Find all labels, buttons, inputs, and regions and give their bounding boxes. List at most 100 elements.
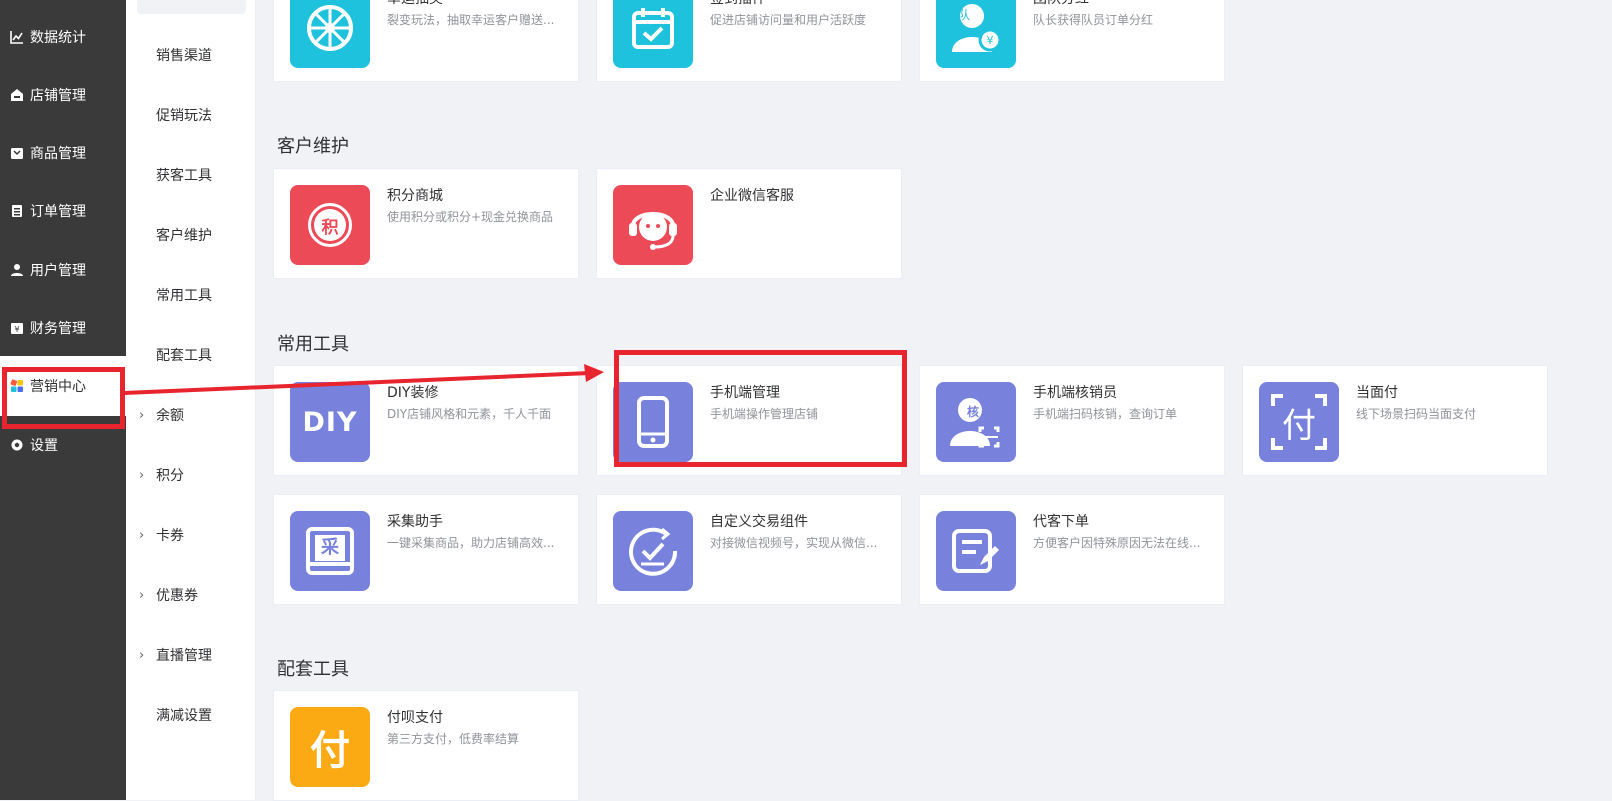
diy-icon: DIY — [290, 382, 370, 462]
subnav-item-label: 积分 — [156, 468, 184, 484]
card-title: 代客下单 — [1033, 514, 1089, 530]
proxy-order-icon — [936, 511, 1016, 591]
collect-icon: 采 — [290, 511, 370, 591]
sidebar-item-label: 数据统计 — [30, 30, 86, 46]
card-diy[interactable]: DIY DIY装修 DIY店铺风格和元素，千人千面 — [273, 365, 579, 476]
subnav-item-sales-channel[interactable]: 销售渠道 — [126, 25, 256, 85]
svg-text:¥: ¥ — [14, 325, 19, 334]
subnav-item-customer[interactable]: 客户维护 — [126, 205, 256, 265]
sidebar-item-settings[interactable]: 设置 — [0, 415, 126, 475]
subnav-item-balance[interactable]: › 余额 — [126, 385, 256, 445]
calendar-check-icon — [613, 0, 693, 68]
face-pay-badge: 付 — [1282, 405, 1316, 446]
sidebar-item-orders[interactable]: 订单管理 — [0, 181, 126, 241]
diy-badge: DIY — [302, 406, 358, 438]
team-badge: 队 — [958, 8, 971, 22]
card-proxy-order[interactable]: 代客下单 方便客户因特殊原因无法在线... — [919, 494, 1225, 605]
team-bonus-icon: ¥ 队 — [936, 0, 1016, 68]
sidebar-item-goods[interactable]: 商品管理 — [0, 123, 126, 183]
points-badge: 积 — [314, 209, 346, 241]
subnav-item-promotion[interactable]: 促销玩法 — [126, 85, 256, 145]
secondary-nav: 销售渠道 促销玩法 获客工具 客户维护 常用工具 配套工具 › 余额 › 积分 › 卡… — [126, 0, 256, 800]
sidebar-item-data-stats[interactable]: 数据统计 — [0, 7, 126, 67]
card-fubei-pay[interactable]: 付 付呗支付 第三方支付，低费率结算 — [273, 690, 579, 801]
card-title: 付呗支付 — [387, 710, 443, 726]
card-desc: 线下场景扫码当面支付 — [1356, 407, 1477, 421]
sidebar-item-label: 商品管理 — [30, 146, 86, 162]
card-title: 幸运抽奖 — [387, 0, 443, 8]
fubei-pay-icon: 付 — [290, 707, 370, 787]
subnav-item-label: 满减设置 — [156, 708, 212, 724]
card-title: 签到插件 — [710, 0, 766, 8]
card-desc: 手机端扫码核销，查询订单 — [1033, 407, 1178, 421]
sidebar-item-label: 订单管理 — [30, 204, 86, 220]
card-custom-trade[interactable]: 自定义交易组件 对接微信视频号，实现从微信... — [596, 494, 902, 605]
points-mall-icon: 积 — [290, 185, 370, 265]
verifier-icon: 核 — [936, 382, 1016, 462]
card-mobile-verifier[interactable]: 核 手机端核销员 手机端扫码核销，查询订单 — [919, 365, 1225, 476]
subnav-item-label: 销售渠道 — [156, 48, 212, 64]
subnav-item-label: 客户维护 — [156, 228, 212, 244]
marketing-icon — [9, 379, 24, 394]
card-title: 采集助手 — [387, 514, 443, 530]
subnav-item-cards[interactable]: › 卡券 — [126, 505, 256, 565]
wheel-icon — [290, 0, 370, 68]
card-points-mall[interactable]: 积 积分商城 使用积分或积分+现金兑换商品 — [273, 168, 579, 279]
gear-icon — [9, 438, 24, 453]
subnav-item-label: 直播管理 — [156, 648, 212, 664]
subnav-item-acquisition[interactable]: 获客工具 — [126, 145, 256, 205]
sidebar-item-users[interactable]: 用户管理 — [0, 240, 126, 300]
card-title: 当面付 — [1356, 385, 1398, 401]
card-desc: 手机端操作管理店铺 — [710, 407, 819, 421]
card-mobile-management[interactable]: 手机端管理 手机端操作管理店铺 — [596, 365, 902, 476]
shop-icon — [9, 88, 24, 103]
card-collect-assistant[interactable]: 采 采集助手 一键采集商品，助力店铺高效... — [273, 494, 579, 605]
subnav-item-support-tools[interactable]: 配套工具 — [126, 325, 256, 385]
card-face-pay[interactable]: 付 当面付 线下场景扫码当面支付 — [1242, 365, 1548, 476]
subnav-item-points[interactable]: › 积分 — [126, 445, 256, 505]
card-desc: 方便客户因特殊原因无法在线... — [1033, 536, 1201, 550]
subnav-item-label: 余额 — [156, 408, 184, 424]
subnav-item-live[interactable]: › 直播管理 — [126, 625, 256, 685]
trade-component-icon — [613, 511, 693, 591]
subnav-item-label: 配套工具 — [156, 348, 212, 364]
chevron-right-icon: › — [139, 527, 145, 543]
card-title: 手机端核销员 — [1033, 385, 1117, 401]
card-lucky-draw[interactable]: 幸运抽奖 裂变玩法，抽取幸运客户赠送... — [273, 0, 579, 82]
sidebar-item-shop[interactable]: 店铺管理 — [0, 65, 126, 125]
subnav-item-coupons[interactable]: › 优惠券 — [126, 565, 256, 625]
sidebar-item-marketing[interactable]: 营销中心 — [0, 356, 126, 416]
chevron-right-icon: › — [139, 647, 145, 663]
subnav-item-label: 获客工具 — [156, 168, 212, 184]
section-title-common-tools: 常用工具 — [277, 334, 349, 355]
card-desc: 第三方支付，低费率结算 — [387, 732, 520, 746]
subnav-item-label: 卡券 — [156, 528, 184, 544]
sidebar-item-label: 用户管理 — [30, 263, 86, 279]
subnav-item-label: 优惠券 — [156, 588, 198, 604]
chevron-right-icon: › — [139, 407, 145, 423]
card-wecom-service[interactable]: 企业微信客服 — [596, 168, 902, 279]
section-title-customer: 客户维护 — [277, 136, 349, 157]
card-desc: 使用积分或积分+现金兑换商品 — [387, 210, 554, 224]
card-title: DIY装修 — [387, 385, 439, 401]
subnav-item-full-reduction[interactable]: 满减设置 — [126, 685, 256, 745]
card-team-bonus[interactable]: ¥ 队 团队分红 队长获得队员订单分红 — [919, 0, 1225, 82]
sidebar-item-finance[interactable]: ¥ 财务管理 — [0, 298, 126, 358]
subnav-item-label: 常用工具 — [156, 288, 212, 304]
subnav-active-indicator — [137, 0, 246, 14]
main-content: 幸运抽奖 裂变玩法，抽取幸运客户赠送... 签到插件 促进店铺访问量和用户活跃度… — [256, 0, 1612, 801]
sidebar-item-label: 店铺管理 — [30, 88, 86, 104]
fubei-badge: 付 — [310, 728, 350, 774]
card-desc: 促进店铺访问量和用户活跃度 — [710, 13, 867, 27]
sidebar-item-label: 设置 — [30, 438, 58, 454]
card-desc: DIY店铺风格和元素，千人千面 — [387, 407, 552, 421]
customer-service-icon — [613, 185, 693, 265]
card-title: 积分商城 — [387, 188, 443, 204]
order-icon — [9, 204, 24, 219]
card-title: 手机端管理 — [710, 385, 780, 401]
card-desc: 裂变玩法，抽取幸运客户赠送... — [387, 13, 555, 27]
card-desc: 一键采集商品，助力店铺高效... — [387, 536, 555, 550]
subnav-item-common-tools[interactable]: 常用工具 — [126, 265, 256, 325]
chevron-right-icon: › — [139, 467, 145, 483]
card-checkin[interactable]: 签到插件 促进店铺访问量和用户活跃度 — [596, 0, 902, 82]
